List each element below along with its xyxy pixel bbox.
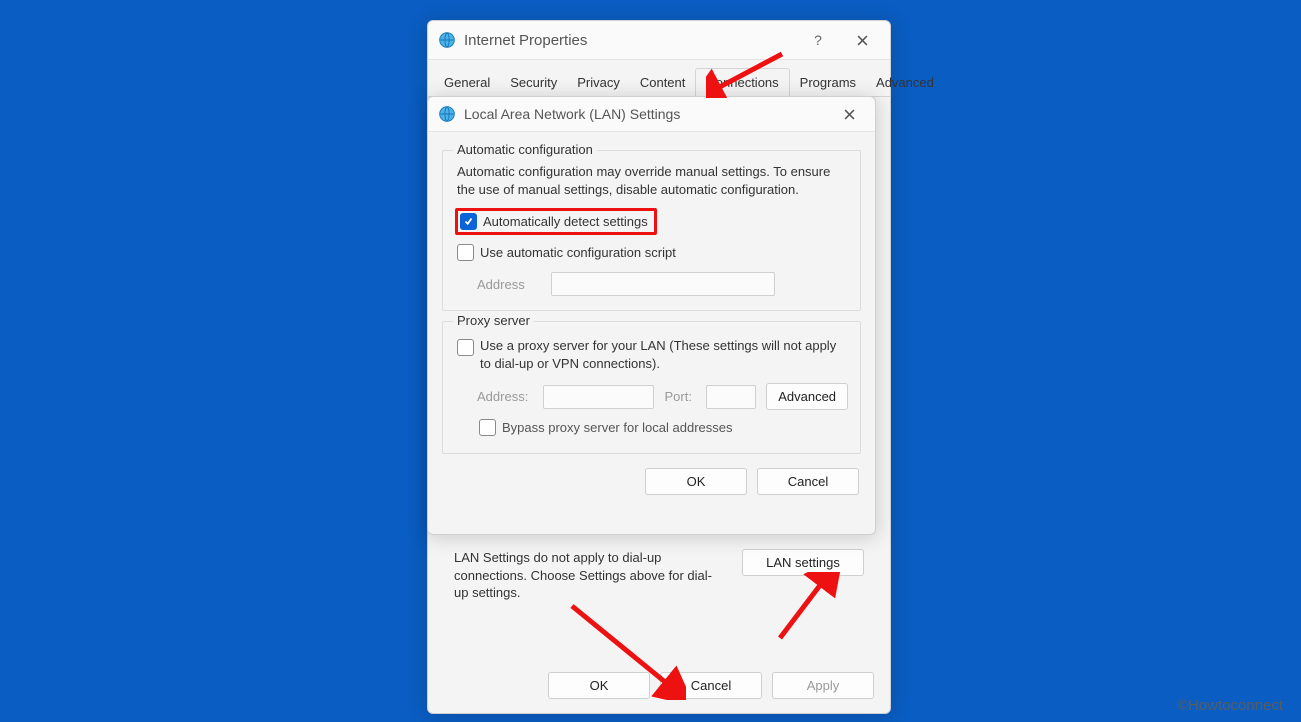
close-button[interactable] xyxy=(840,24,884,56)
group-proxy-server: Proxy server Use a proxy server for your… xyxy=(442,321,861,454)
ok-button[interactable]: OK xyxy=(548,672,650,699)
highlight-box: Automatically detect settings xyxy=(455,208,657,235)
proxy-address-input[interactable] xyxy=(543,385,655,409)
window-title: Internet Properties xyxy=(464,32,796,49)
close-icon xyxy=(844,109,855,120)
tab-content[interactable]: Content xyxy=(630,69,696,96)
legend-proxy: Proxy server xyxy=(453,313,534,328)
use-script-label: Use automatic configuration script xyxy=(480,245,676,260)
legend-auto: Automatic configuration xyxy=(453,142,597,157)
use-proxy-label: Use a proxy server for your LAN (These s… xyxy=(480,337,846,372)
lan-dialog-title: Local Area Network (LAN) Settings xyxy=(464,106,829,122)
lan-ok-button[interactable]: OK xyxy=(645,468,747,495)
tab-privacy[interactable]: Privacy xyxy=(567,69,630,96)
tab-security[interactable]: Security xyxy=(500,69,567,96)
group-automatic-configuration: Automatic configuration Automatic config… xyxy=(442,150,861,311)
proxy-address-label: Address: xyxy=(477,389,533,404)
tab-strip: General Security Privacy Content Connect… xyxy=(428,66,890,97)
use-script-checkbox[interactable] xyxy=(457,244,474,261)
lan-settings-button[interactable]: LAN settings xyxy=(742,549,864,576)
dialog-footer: OK Cancel Apply xyxy=(548,672,874,699)
lan-cancel-button[interactable]: Cancel xyxy=(757,468,859,495)
tab-general[interactable]: General xyxy=(434,69,500,96)
help-button[interactable]: ? xyxy=(796,24,840,56)
globe-icon xyxy=(438,31,456,49)
lan-close-button[interactable] xyxy=(829,98,869,130)
titlebar: Internet Properties ? xyxy=(428,21,890,60)
globe-icon xyxy=(438,105,456,123)
close-icon xyxy=(857,35,868,46)
auto-desc: Automatic configuration may override man… xyxy=(457,163,846,198)
lan-settings-dialog: Local Area Network (LAN) Settings Automa… xyxy=(427,96,876,535)
script-address-input[interactable] xyxy=(551,272,775,296)
tab-connections[interactable]: Connections xyxy=(695,68,789,97)
script-address-label: Address xyxy=(477,277,541,292)
apply-button[interactable]: Apply xyxy=(772,672,874,699)
proxy-port-label: Port: xyxy=(664,389,696,404)
cancel-button[interactable]: Cancel xyxy=(660,672,762,699)
proxy-advanced-button[interactable]: Advanced xyxy=(766,383,848,410)
bypass-local-label: Bypass proxy server for local addresses xyxy=(502,420,732,435)
tab-programs[interactable]: Programs xyxy=(790,69,866,96)
use-proxy-checkbox[interactable] xyxy=(457,339,474,356)
auto-detect-label: Automatically detect settings xyxy=(483,214,648,229)
lan-note-text: LAN Settings do not apply to dial-up con… xyxy=(454,549,742,602)
lan-dialog-footer: OK Cancel xyxy=(428,462,875,509)
auto-detect-checkbox[interactable] xyxy=(460,213,477,230)
watermark: ©Howtoconnect xyxy=(1177,697,1283,714)
bypass-local-checkbox[interactable] xyxy=(479,419,496,436)
proxy-port-input[interactable] xyxy=(706,385,756,409)
tab-advanced[interactable]: Advanced xyxy=(866,69,944,96)
